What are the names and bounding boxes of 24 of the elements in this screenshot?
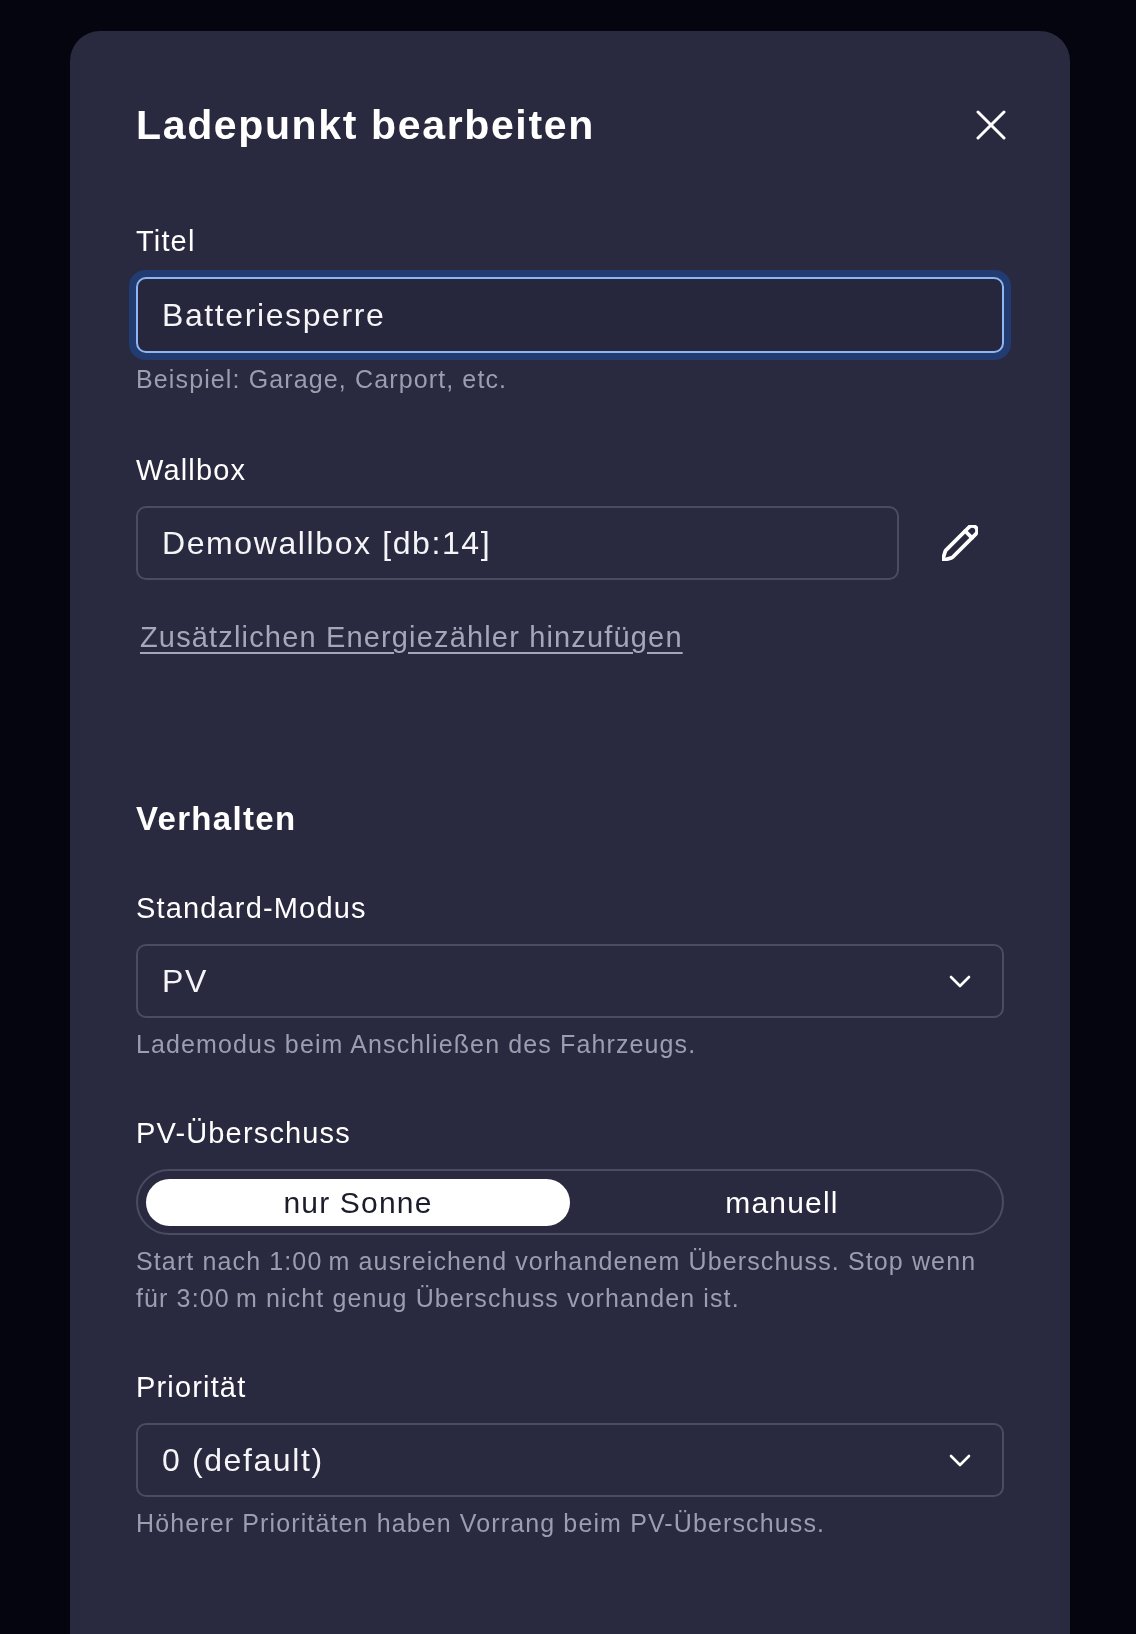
dialog-title: Ladepunkt bearbeiten — [136, 101, 595, 149]
field-hint: Start nach 1:00 m ausreichend vorhandenem Überschuss. Stop wenn für 3:00 m nicht genug Überschuss vorhanden ist. — [136, 1246, 978, 1314]
field-label: Wallbox — [136, 454, 248, 486]
segment-button[interactable]: manuell — [570, 1178, 994, 1226]
field-label: Priorität — [136, 1371, 248, 1403]
close-button[interactable] — [976, 110, 1006, 140]
field-label: Titel — [136, 225, 197, 257]
section-heading: Verhalten — [136, 800, 298, 838]
chevron-down-icon — [949, 1453, 971, 1467]
field-label: PV-Überschuss — [136, 1117, 352, 1149]
dropdown-select[interactable]: PV — [136, 944, 1004, 1018]
segment-button[interactable]: nur Sonne — [146, 1178, 570, 1226]
add-meter-link[interactable]: Zusätzlichen Energiezähler hinzufügen — [140, 620, 683, 654]
field-hint: Höherer Prioritäten haben Vorrang beim PV-Überschuss. — [136, 1508, 827, 1539]
pencil-icon — [942, 525, 978, 561]
title-input[interactable]: Batteriesperre — [129, 270, 1011, 360]
close-icon — [976, 110, 1006, 140]
field-hint: Lademodus beim Anschließen des Fahrzeugs. — [136, 1029, 698, 1060]
wallbox-field[interactable]: Demowallbox [db:14] — [136, 506, 899, 580]
dropdown-select[interactable]: 0 (default) — [136, 1423, 1004, 1497]
field-label: Standard-Modus — [136, 892, 368, 924]
field-hint: Beispiel: Garage, Carport, etc. — [136, 364, 509, 395]
chevron-down-icon — [949, 974, 971, 988]
edit-button[interactable] — [942, 525, 978, 561]
